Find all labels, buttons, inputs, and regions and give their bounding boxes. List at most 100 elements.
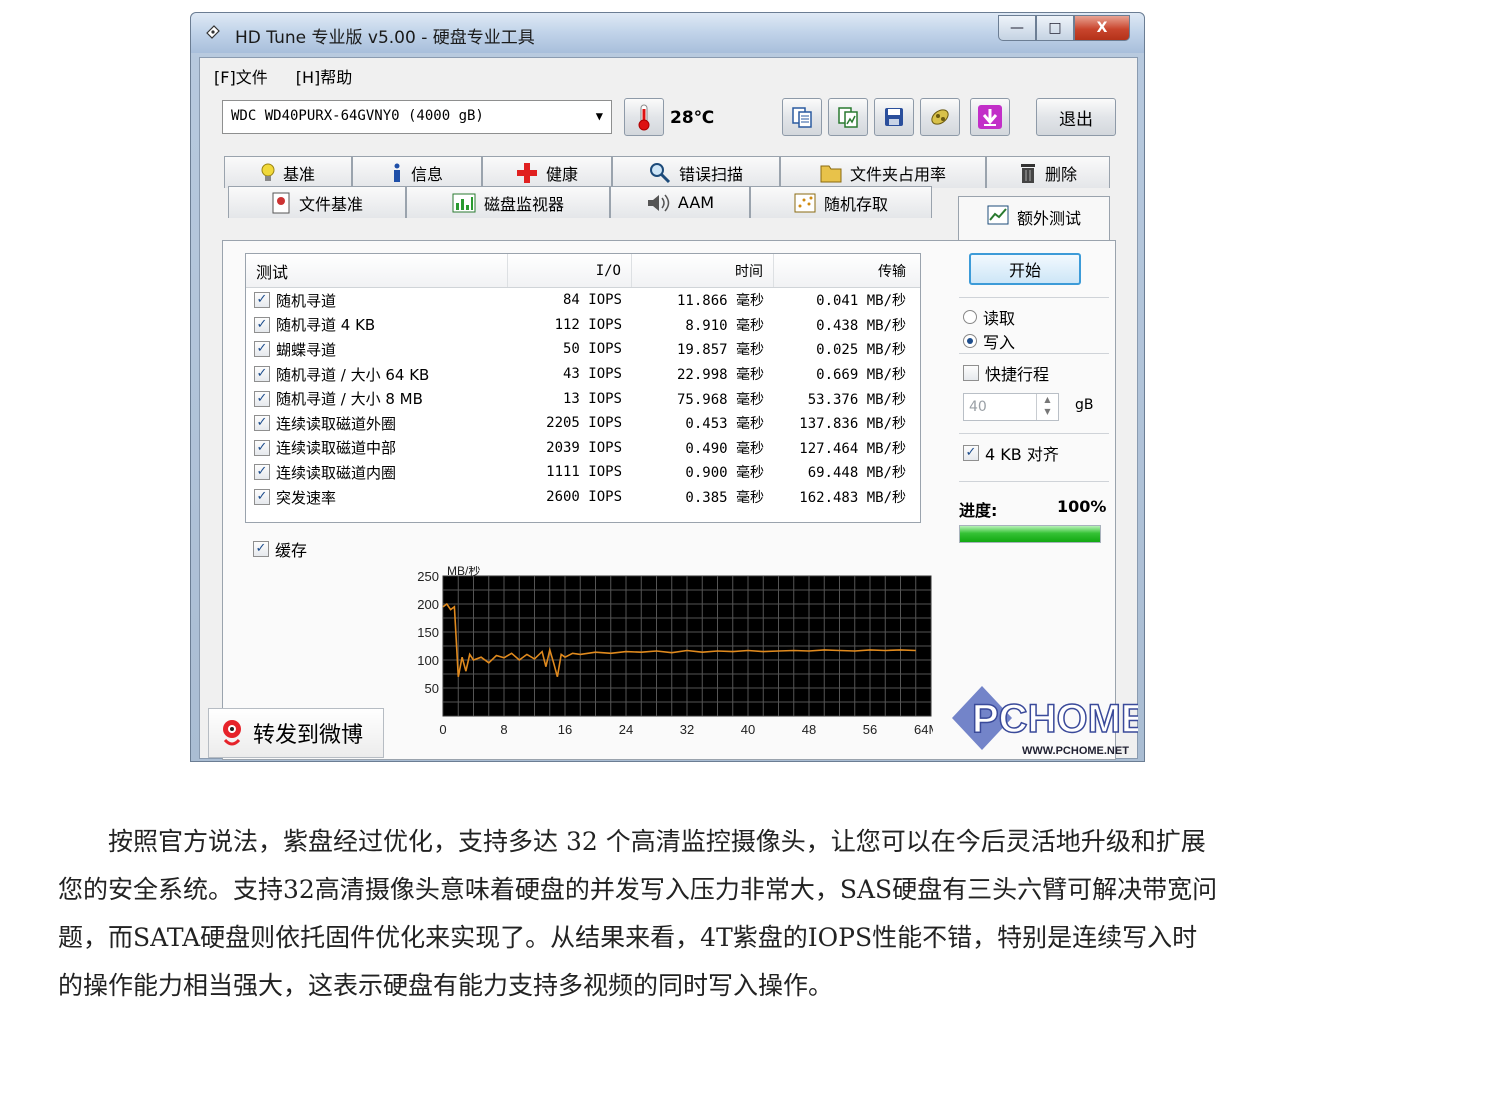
align-4kb-option[interactable]: ✓ 4 KB 对齐 (963, 441, 1059, 465)
chart-x-tick: 0 (439, 722, 446, 737)
separator (959, 297, 1109, 298)
menu-bar: [F]文件 [H]帮助 (200, 58, 1137, 88)
tab-benchmark[interactable]: 基准 (224, 156, 352, 188)
test-name-cell: ✓ 连续读取磁道内圈 (246, 462, 508, 483)
io-cell: 2205 IOPS (546, 415, 622, 432)
table-row[interactable]: ✓ 蝴蝶寻道 50 IOPS 19.857 毫秒 0.025 MB/秒 (246, 337, 920, 362)
write-radio[interactable] (963, 334, 977, 348)
io-cell: 13 IOPS (562, 390, 622, 407)
table-header: 测试 I/O 时间 传输 (246, 254, 920, 288)
tab-erase[interactable]: 删除 (986, 156, 1110, 188)
table-row[interactable]: ✓ 随机寻道 4 KB 112 IOPS 8.910 毫秒 0.438 MB/秒 (246, 313, 920, 338)
window-title: HD Tune 专业版 v5.00 - 硬盘专业工具 (235, 28, 535, 48)
test-checkbox[interactable]: ✓ (254, 390, 270, 407)
tab-error-scan[interactable]: 错误扫描 (612, 156, 780, 188)
short-stroke-size-input[interactable]: 40 ▲ ▼ (963, 393, 1059, 421)
test-checkbox[interactable]: ✓ (254, 366, 270, 383)
drive-select[interactable]: WDC WD40PURX-64GVNY0 (4000 gB) ▼ (222, 100, 612, 134)
tab-disk-monitor[interactable]: 磁盘监视器 (406, 186, 610, 218)
time-cell: 0.490 毫秒 (685, 440, 764, 457)
minimize-button[interactable]: — (998, 15, 1036, 41)
info-icon (393, 163, 400, 182)
exit-button[interactable]: 退出 (1036, 98, 1116, 136)
article-paragraph: 按照官方说法，紫盘经过优化，支持多达 32 个高清监控摄像头，让您可以在今后灵活… (58, 827, 1218, 1000)
short-stroke-option[interactable]: ✓ 快捷行程 (963, 361, 1049, 385)
tab-random-access[interactable]: 随机存取 (750, 186, 932, 218)
test-name: 随机寻道 (276, 291, 337, 310)
test-name-cell: ✓ 随机寻道 / 大小 64 KB (246, 364, 508, 385)
header-rate[interactable]: 传输 (774, 254, 920, 287)
test-name: 连续读取磁道中部 (276, 439, 397, 458)
progress-label: 进度: (959, 501, 998, 520)
cache-option[interactable]: ✓ 缓存 (253, 537, 307, 561)
time-cell: 0.453 毫秒 (685, 416, 764, 433)
magnifier-icon (649, 162, 671, 183)
chart-y-tick: 250 (417, 569, 439, 584)
article-body: 按照官方说法，紫盘经过优化，支持多达 32 个高清监控摄像头，让您可以在今后灵活… (58, 818, 1218, 1010)
write-option[interactable]: 写入 (963, 329, 1015, 353)
copy-screenshot-button[interactable] (828, 98, 868, 136)
short-stroke-checkbox[interactable]: ✓ (963, 365, 979, 381)
test-name: 连续读取磁道内圈 (276, 463, 397, 482)
share-to-weibo-button[interactable]: 转发到微博 (208, 708, 384, 758)
read-radio[interactable] (963, 310, 977, 324)
start-button[interactable]: 开始 (969, 253, 1081, 285)
test-name: 随机寻道 / 大小 8 MB (276, 390, 423, 409)
tab-health[interactable]: 健康 (482, 156, 612, 188)
client-area: [F]文件 [H]帮助 WDC WD40PURX-64GVNY0 (4000 g… (199, 57, 1138, 760)
download-button[interactable] (970, 98, 1010, 136)
spin-arrows[interactable]: ▲ ▼ (1036, 394, 1058, 420)
title-bar[interactable]: HD Tune 专业版 v5.00 - 硬盘专业工具 — □ X (191, 13, 1144, 53)
test-checkbox[interactable]: ✓ (254, 316, 270, 333)
radio-selected-dot (967, 338, 973, 344)
time-cell: 0.900 毫秒 (685, 465, 764, 482)
temperature-button[interactable] (624, 98, 664, 136)
disk-monitor-icon (452, 193, 476, 212)
test-name: 随机寻道 4 KB (276, 316, 376, 335)
chart-x-tick: 40 (741, 722, 755, 737)
header-time[interactable]: 时间 (632, 254, 774, 287)
test-checkbox[interactable]: ✓ (254, 464, 270, 481)
table-row[interactable]: ✓ 随机寻道 / 大小 64 KB 43 IOPS 22.998 毫秒 0.669 MB… (246, 362, 920, 387)
options-button[interactable] (920, 98, 960, 136)
test-name-cell: ✓ 突发速率 (246, 487, 508, 508)
table-row[interactable]: ✓ 突发速率 2600 IOPS 0.385 毫秒 162.483 MB/秒 (246, 485, 920, 510)
test-checkbox[interactable]: ✓ (254, 415, 270, 432)
cache-checkbox[interactable]: ✓ (253, 541, 269, 557)
copy-text-button[interactable] (782, 98, 822, 136)
transfer-rate-chart: 250 200 150 100 50 0 8 16 24 32 40 48 56 64MB MB/秒 (417, 566, 933, 737)
size-unit: gB (1075, 397, 1094, 413)
maximize-button[interactable]: □ (1036, 15, 1074, 41)
test-checkbox[interactable]: ✓ (254, 341, 270, 358)
drive-select-value: WDC WD40PURX-64GVNY0 (4000 gB) (231, 108, 484, 124)
io-cell: 112 IOPS (554, 316, 622, 333)
table-row[interactable]: ✓ 连续读取磁道内圈 1111 IOPS 0.900 毫秒 69.448 MB/秒 (246, 460, 920, 485)
test-checkbox[interactable]: ✓ (254, 439, 270, 456)
tab-extra-tests[interactable]: 额外测试 (958, 196, 1110, 242)
table-row[interactable]: ✓ 连续读取磁道外圈 2205 IOPS 0.453 毫秒 137.836 MB/秒 (246, 411, 920, 436)
io-cell: 2039 IOPS (546, 439, 622, 456)
tab-folder-usage[interactable]: 文件夹占用率 (780, 156, 986, 188)
menu-file[interactable]: [F]文件 (214, 64, 268, 87)
thermometer-icon (638, 104, 650, 131)
save-button[interactable] (874, 98, 914, 136)
test-checkbox[interactable]: ✓ (254, 489, 270, 506)
extra-tests-icon (987, 205, 1009, 225)
align-4kb-checkbox[interactable]: ✓ (963, 445, 979, 461)
tab-aam[interactable]: AAM (610, 186, 750, 218)
read-label: 读取 (983, 309, 1016, 328)
header-io[interactable]: I/O (508, 254, 632, 287)
io-cell: 43 IOPS (562, 366, 622, 383)
header-test[interactable]: 测试 (246, 254, 508, 287)
table-row[interactable]: ✓ 随机寻道 / 大小 8 MB 13 IOPS 75.968 毫秒 53.376 MB… (246, 386, 920, 411)
table-row[interactable]: ✓ 连续读取磁道中部 2039 IOPS 0.490 毫秒 127.464 MB/秒 (246, 436, 920, 461)
trash-icon (1020, 163, 1035, 183)
table-row[interactable]: ✓ 随机寻道 84 IOPS 11.866 毫秒 0.041 MB/秒 (246, 288, 920, 313)
rate-cell: 69.448 MB/秒 (807, 465, 906, 482)
test-checkbox[interactable]: ✓ (254, 292, 270, 309)
close-button[interactable]: X (1074, 15, 1130, 41)
tab-info[interactable]: 信息 (352, 156, 482, 188)
read-option[interactable]: 读取 (963, 305, 1015, 329)
menu-help[interactable]: [H]帮助 (296, 64, 353, 87)
tab-file-benchmark[interactable]: 文件基准 (228, 186, 406, 218)
